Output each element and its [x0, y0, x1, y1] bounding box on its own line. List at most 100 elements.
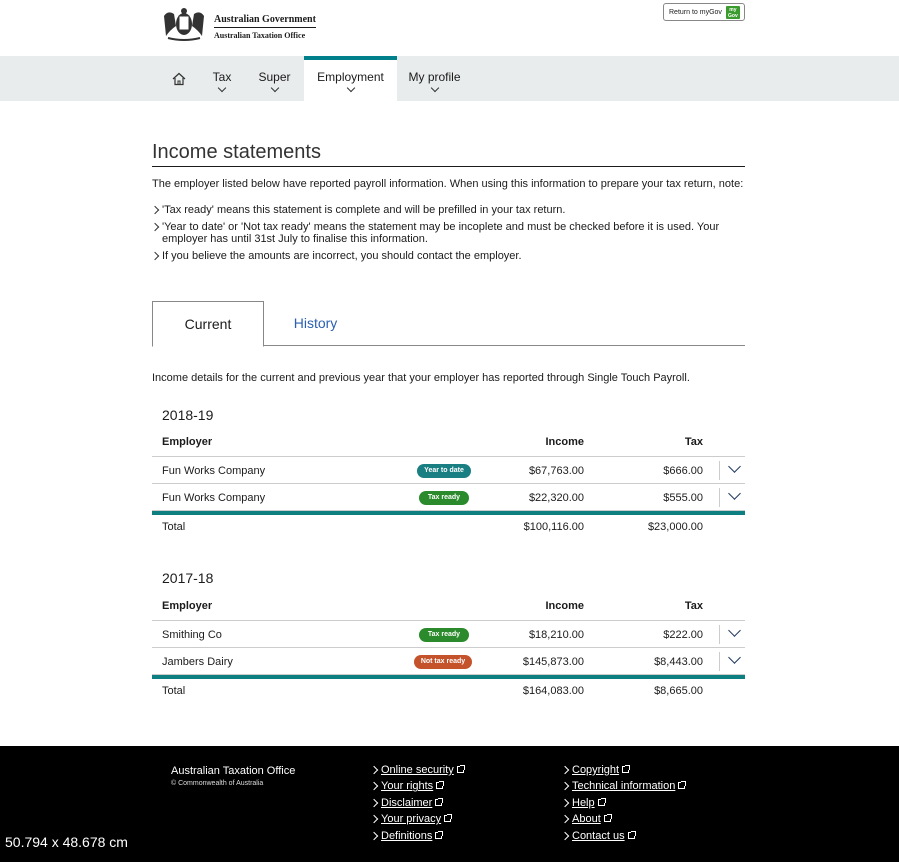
site-footer: Australian Taxation Office © Commonwealt…	[0, 746, 899, 862]
income-table-2017-18: Employer Income Tax Smithing Co Tax read…	[152, 592, 745, 703]
total-income: $100,116.00	[523, 521, 584, 533]
footer-link-about[interactable]: About	[572, 813, 601, 825]
chevron-down-icon	[430, 83, 439, 93]
employer-name: Smithing Co	[162, 629, 222, 641]
employer-name: Jambers Dairy	[162, 656, 233, 668]
home-icon[interactable]	[172, 72, 186, 86]
nav-my-profile-label: My profile	[408, 70, 461, 84]
footer-link-online-security[interactable]: Online security	[381, 764, 454, 776]
row-divider	[719, 488, 720, 507]
col-tax: Tax	[684, 600, 703, 612]
total-row: Total $164,083.00 $8,665.00	[152, 679, 745, 703]
footer-link-item: Definitions	[371, 830, 464, 846]
total-tax: $23,000.00	[647, 521, 703, 533]
note-item: 'Tax ready' means this statement is comp…	[152, 204, 742, 216]
income-value: $145,873.00	[522, 656, 584, 668]
table-header: Employer Income Tax	[152, 428, 745, 457]
footer-copyright: © Commonwealth of Australia	[171, 780, 264, 787]
footer-link-item: Disclaimer	[371, 797, 464, 813]
mygov-badge-icon: my Gov	[725, 5, 740, 19]
table-row: Jambers Dairy Not tax ready $145,873.00 …	[152, 648, 745, 675]
gov-line2: Australian Taxation Office	[214, 31, 306, 40]
external-link-icon	[435, 797, 444, 806]
status-badge: Year to date	[417, 464, 471, 478]
tax-value: $666.00	[663, 465, 703, 477]
table-header: Employer Income Tax	[152, 592, 745, 621]
external-link-icon	[436, 781, 445, 790]
external-link-icon	[456, 765, 465, 773]
note-item: If you believe the amounts are incorrect…	[152, 250, 742, 262]
total-tax: $8,665.00	[654, 685, 703, 697]
chevron-down-icon[interactable]	[727, 651, 743, 667]
col-tax: Tax	[684, 436, 703, 448]
footer-link-item: Your privacy	[371, 813, 464, 829]
col-income: Income	[545, 600, 584, 612]
external-link-icon	[444, 814, 453, 823]
tab-current[interactable]: Current	[152, 301, 264, 347]
table-row: Fun Works Company Tax ready $22,320.00 $…	[152, 484, 745, 511]
tax-value: $222.00	[663, 629, 703, 641]
statement-tabs: Current History	[152, 301, 745, 347]
footer-org: Australian Taxation Office	[171, 765, 296, 777]
chevron-down-icon	[217, 83, 227, 93]
col-employer: Employer	[162, 436, 213, 448]
year-heading: 2017-18	[162, 570, 214, 586]
row-divider	[719, 461, 720, 480]
total-row: Total $100,116.00 $23,000.00	[152, 515, 745, 539]
footer-links-col2: Copyright Technical information Help Abo…	[562, 764, 687, 846]
chevron-down-icon[interactable]	[727, 624, 743, 640]
tax-value: $8,443.00	[654, 656, 703, 668]
intro-text: The employer listed below have reported …	[152, 178, 744, 190]
table-row: Smithing Co Tax ready $18,210.00 $222.00	[152, 621, 745, 648]
footer-link-item: Your rights	[371, 780, 464, 796]
footer-link-item: Technical information	[562, 780, 687, 796]
total-label: Total	[162, 685, 186, 697]
row-divider	[719, 625, 720, 644]
status-badge: Tax ready	[419, 628, 469, 642]
status-badge: Not tax ready	[414, 655, 472, 669]
footer-link-item: About	[562, 813, 685, 829]
footer-link-copyright[interactable]: Copyright	[572, 764, 619, 776]
page-title: Income statements	[152, 141, 745, 167]
note-item: 'Year to date' or 'Not tax ready' means …	[152, 221, 742, 245]
income-value: $18,210.00	[528, 629, 584, 641]
income-value: $67,763.00	[528, 465, 584, 477]
chevron-down-icon[interactable]	[727, 487, 743, 503]
row-divider	[719, 652, 720, 671]
government-wordmark: Australian Government Australian Taxatio…	[214, 14, 316, 40]
year-heading: 2018-19	[162, 407, 214, 423]
nav-tax[interactable]: Tax	[203, 56, 241, 101]
footer-link-item: Help	[562, 797, 685, 813]
return-to-mygov-button[interactable]: Return to myGov my Gov	[663, 3, 745, 21]
external-link-icon	[603, 814, 612, 823]
col-income: Income	[545, 436, 584, 448]
footer-link-your-privacy[interactable]: Your privacy	[381, 813, 441, 825]
footer-link-item: Online security	[371, 764, 465, 780]
footer-link-technical-information[interactable]: Technical information	[572, 780, 675, 792]
nav-super-label: Super	[258, 70, 291, 84]
external-link-icon	[597, 797, 606, 806]
chevron-down-icon[interactable]	[727, 460, 743, 476]
dimension-overlay: 50.794 x 48.678 cm	[5, 834, 128, 850]
income-table-2018-19: Employer Income Tax Fun Works Company Ye…	[152, 428, 745, 539]
nav-my-profile[interactable]: My profile	[402, 56, 467, 101]
external-link-icon	[627, 830, 636, 839]
external-link-icon	[435, 830, 444, 839]
site-header: Australian Government Australian Taxatio…	[0, 0, 899, 56]
chevron-down-icon	[346, 83, 355, 93]
table-row: Fun Works Company Year to date $67,763.0…	[152, 457, 745, 484]
tax-value: $555.00	[663, 492, 703, 504]
footer-link-contact-us[interactable]: Contact us	[572, 830, 625, 842]
footer-link-disclaimer[interactable]: Disclaimer	[381, 797, 432, 809]
employer-name: Fun Works Company	[162, 465, 266, 477]
nav-super[interactable]: Super	[252, 56, 297, 101]
tab-history[interactable]: History	[264, 301, 367, 346]
coat-of-arms-logo	[164, 8, 204, 41]
footer-link-help[interactable]: Help	[572, 797, 595, 809]
footer-link-your-rights[interactable]: Your rights	[381, 780, 433, 792]
chevron-down-icon	[270, 83, 279, 93]
total-income: $164,083.00	[522, 685, 584, 697]
footer-link-definitions[interactable]: Definitions	[381, 830, 432, 842]
footer-link-item: Contact us	[562, 830, 685, 846]
nav-employment[interactable]: Employment	[304, 56, 397, 101]
